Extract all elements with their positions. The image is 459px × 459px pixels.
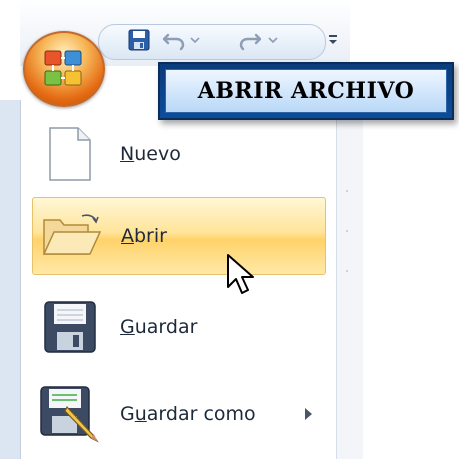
qat-redo-dropdown[interactable] <box>266 26 280 54</box>
menu-item-label: Nuevo <box>120 143 181 165</box>
menu-item-guardar[interactable]: Guardar <box>32 288 326 366</box>
menu-item-label: Guardar <box>120 316 198 338</box>
office-button[interactable] <box>23 31 105 107</box>
separator-dot <box>346 230 348 232</box>
menu-item-label: Guardar como <box>120 403 256 425</box>
separator-dot <box>346 270 348 272</box>
menu-item-guardar-como[interactable]: Guardar como <box>32 375 326 453</box>
new-document-icon <box>32 115 108 193</box>
recent-documents-strip <box>336 100 363 459</box>
floppy-disk-icon <box>128 29 150 51</box>
banner-title: ABRIR ARCHIVO <box>197 78 415 104</box>
submenu-arrow-icon[interactable] <box>305 408 312 420</box>
qat-undo-dropdown[interactable] <box>188 26 202 54</box>
qat-undo-button[interactable] <box>160 26 188 54</box>
title-banner: ABRIR ARCHIVO <box>158 62 454 120</box>
mouse-pointer-icon <box>227 254 254 294</box>
qat-redo-button[interactable] <box>236 26 264 54</box>
save-as-icon <box>32 375 108 453</box>
separator-dot <box>346 190 348 192</box>
chevron-down-icon <box>268 37 278 44</box>
undo-icon <box>162 33 185 51</box>
open-folder-icon <box>33 197 109 275</box>
redo-icon <box>239 33 262 51</box>
menu-item-nuevo[interactable]: Nuevo <box>32 115 326 193</box>
save-floppy-icon <box>32 288 108 366</box>
customize-qat-icon <box>329 35 337 44</box>
title-banner-inner: ABRIR ARCHIVO <box>165 69 447 113</box>
menu-item-abrir[interactable]: Abrir <box>32 197 326 275</box>
qat-save-button[interactable] <box>124 26 154 54</box>
screenshot-frame: Nuevo Abrir Guardar Guardar como ABRIR A… <box>0 0 459 459</box>
qat-customize-button[interactable] <box>324 26 342 54</box>
chevron-down-icon <box>190 37 200 44</box>
menu-item-label: Abrir <box>121 225 167 247</box>
office-logo-icon <box>44 50 82 86</box>
